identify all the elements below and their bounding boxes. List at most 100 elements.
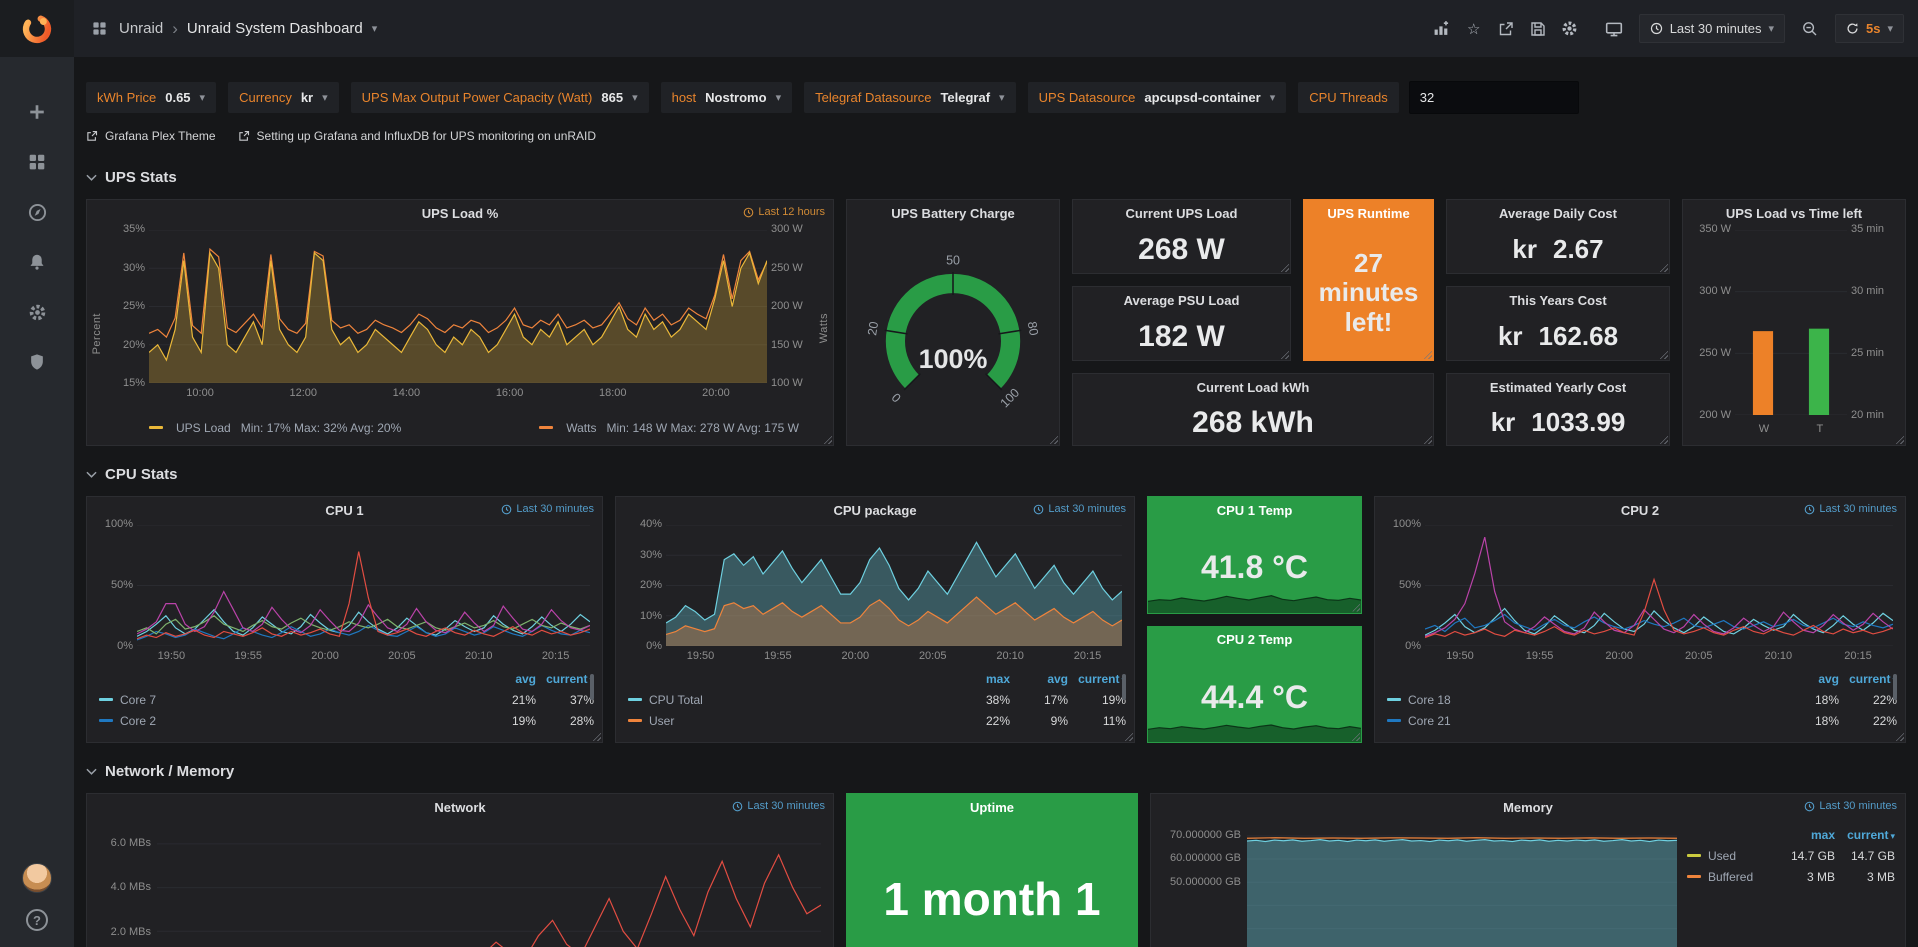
series-color-dash	[628, 719, 642, 722]
legend-column-current[interactable]: current▾	[1835, 828, 1895, 842]
stat-value: kr162.68	[1447, 313, 1669, 360]
panel-this-years-cost: This Years Cost kr162.68	[1446, 286, 1670, 361]
legend-column-avg[interactable]: avg	[1781, 672, 1839, 686]
cpu-threads-input[interactable]	[1409, 81, 1579, 114]
panel-title[interactable]: Estimated Yearly Cost	[1490, 380, 1626, 395]
panel-title[interactable]: Average PSU Load	[1124, 293, 1240, 308]
ups-singlestat-grid: Current UPS Load 268 W UPS Runtime 27 mi…	[1072, 199, 1670, 446]
grafana-logo[interactable]	[0, 0, 74, 57]
admin-shield-icon[interactable]	[26, 351, 48, 373]
section-header-network-memory[interactable]: Network / Memory	[86, 759, 1906, 783]
alerting-bell-icon[interactable]	[26, 251, 48, 273]
create-add-icon[interactable]	[26, 101, 48, 123]
panel-resize-handle[interactable]	[1895, 435, 1904, 444]
legend-scrollbar[interactable]	[1122, 674, 1126, 700]
help-icon[interactable]: ?	[26, 909, 48, 931]
battery-gauge-chart: 0205080100100%	[857, 230, 1049, 433]
save-icon[interactable]	[1527, 18, 1549, 40]
legend-column-current[interactable]: current▾	[1068, 672, 1126, 686]
legend-series-name[interactable]: UPS Load	[176, 421, 231, 435]
panel-title[interactable]: Memory	[1503, 800, 1553, 815]
section-header-cpu-stats[interactable]: CPU Stats	[86, 462, 1906, 486]
legend-series-name[interactable]: Core 2	[120, 714, 478, 728]
variable-host[interactable]: host Nostromo ▾	[661, 82, 793, 113]
panel-title[interactable]: CPU 2	[1621, 503, 1659, 518]
legend-column-max[interactable]: max	[1775, 828, 1835, 842]
legend-series-name[interactable]: Used	[1708, 849, 1775, 863]
refresh-picker[interactable]: 5s ▾	[1835, 14, 1904, 43]
panel-title[interactable]: CPU 1 Temp	[1217, 503, 1293, 518]
variable-currency[interactable]: Currency kr ▾	[228, 82, 339, 113]
settings-gear-icon[interactable]	[26, 301, 48, 323]
explore-compass-icon[interactable]	[26, 201, 48, 223]
legend-column-avg[interactable]: avg	[1010, 672, 1068, 686]
panel-title[interactable]: Average Daily Cost	[1499, 206, 1617, 221]
legend-column-current[interactable]: current▾	[1839, 672, 1897, 686]
cpu2-chart[interactable]	[1425, 525, 1893, 646]
cycle-view-monitor-icon[interactable]	[1603, 18, 1625, 40]
panel-title[interactable]: Current Load kWh	[1197, 380, 1310, 395]
panel-title[interactable]: CPU 1	[325, 503, 363, 518]
legend-row: UPS LoadMin: 17% Max: 32% Avg: 20%	[149, 417, 401, 438]
legend-scrollbar[interactable]	[1893, 674, 1897, 700]
dashboards-icon[interactable]	[26, 151, 48, 173]
network-chart[interactable]	[157, 822, 821, 947]
ups-vs-time-bar-chart[interactable]	[1735, 230, 1847, 415]
legend-series-name[interactable]: CPU Total	[649, 693, 952, 707]
dashboard-links-row: Grafana Plex Theme Setting up Grafana an…	[86, 123, 1906, 149]
breadcrumb-root[interactable]: Unraid	[119, 20, 163, 37]
panel-resize-handle[interactable]	[823, 435, 832, 444]
memory-chart[interactable]	[1247, 822, 1677, 947]
cpu-package-chart[interactable]	[666, 525, 1122, 646]
legend-column-avg[interactable]: avg	[478, 672, 536, 686]
legend-series-name[interactable]: Buffered	[1708, 870, 1775, 884]
variable-telegraf-datasource[interactable]: Telegraf Datasource Telegraf ▾	[804, 82, 1015, 113]
ups-load-chart[interactable]	[149, 230, 767, 383]
zoom-out-icon[interactable]	[1799, 18, 1821, 40]
share-icon[interactable]	[1495, 18, 1517, 40]
panel-title[interactable]: Network	[434, 800, 485, 815]
legend-series-name[interactable]: Core 7	[120, 693, 478, 707]
time-range-picker[interactable]: Last 30 minutes ▾	[1639, 14, 1785, 43]
legend-scrollbar[interactable]	[590, 674, 594, 700]
legend-value: 11%	[1068, 714, 1126, 728]
dashboard-settings-gear-icon[interactable]	[1559, 18, 1581, 40]
add-panel-icon[interactable]	[1431, 18, 1453, 40]
legend-series-name[interactable]: Watts	[566, 421, 596, 435]
panel-title[interactable]: CPU package	[833, 503, 916, 518]
svg-text:50: 50	[946, 253, 960, 267]
variable-ups-max-output[interactable]: UPS Max Output Power Capacity (Watt) 865…	[351, 82, 649, 113]
panel-title[interactable]: UPS Load vs Time left	[1726, 206, 1862, 221]
x-axis-ticks: WT	[1735, 423, 1847, 437]
panel-title[interactable]: UPS Runtime	[1327, 206, 1409, 221]
cpu1-chart[interactable]	[137, 525, 590, 646]
legend-column-max[interactable]: max	[952, 672, 1010, 686]
chevron-down-icon[interactable]: ▾	[372, 22, 378, 35]
link-grafana-plex-theme[interactable]: Grafana Plex Theme	[86, 129, 216, 143]
variable-kwh-price[interactable]: kWh Price 0.65 ▾	[86, 82, 216, 113]
breadcrumb-page-title[interactable]: Unraid System Dashboard	[187, 20, 363, 37]
dashboard-grid-icon[interactable]	[88, 18, 110, 40]
variable-ups-datasource[interactable]: UPS Datasource apcupsd-container ▾	[1028, 82, 1287, 113]
panel-title[interactable]: Current UPS Load	[1126, 206, 1238, 221]
star-icon[interactable]: ☆	[1463, 18, 1485, 40]
chevron-down-icon: ▾	[632, 91, 638, 104]
panel-title[interactable]: This Years Cost	[1509, 293, 1606, 308]
stat-value: 1 month 1	[847, 820, 1137, 926]
panel-title[interactable]: UPS Battery Charge	[891, 206, 1015, 221]
panel-cpu-package: CPU package Last 30 minutes 40%30% 20%10…	[615, 496, 1135, 743]
panel-resize-handle[interactable]	[1049, 435, 1058, 444]
series-color-dash	[99, 698, 113, 701]
user-avatar[interactable]	[22, 863, 52, 893]
panel-title[interactable]: CPU 2 Temp	[1217, 632, 1293, 647]
legend-column-current[interactable]: current▾	[536, 672, 594, 686]
panel-title[interactable]: Uptime	[970, 800, 1014, 815]
legend-series-name[interactable]: Core 21	[1408, 714, 1781, 728]
legend-series-name[interactable]: Core 18	[1408, 693, 1781, 707]
legend-series-name[interactable]: User	[649, 714, 952, 728]
section-header-ups-stats[interactable]: UPS Stats	[86, 165, 1906, 189]
panel-title[interactable]: UPS Load %	[422, 206, 499, 221]
link-ups-monitoring-guide[interactable]: Setting up Grafana and InfluxDB for UPS …	[238, 129, 597, 143]
cpu1-temp-sparkline	[1148, 583, 1361, 613]
breadcrumb: Unraid › Unraid System Dashboard ▾	[88, 18, 377, 40]
